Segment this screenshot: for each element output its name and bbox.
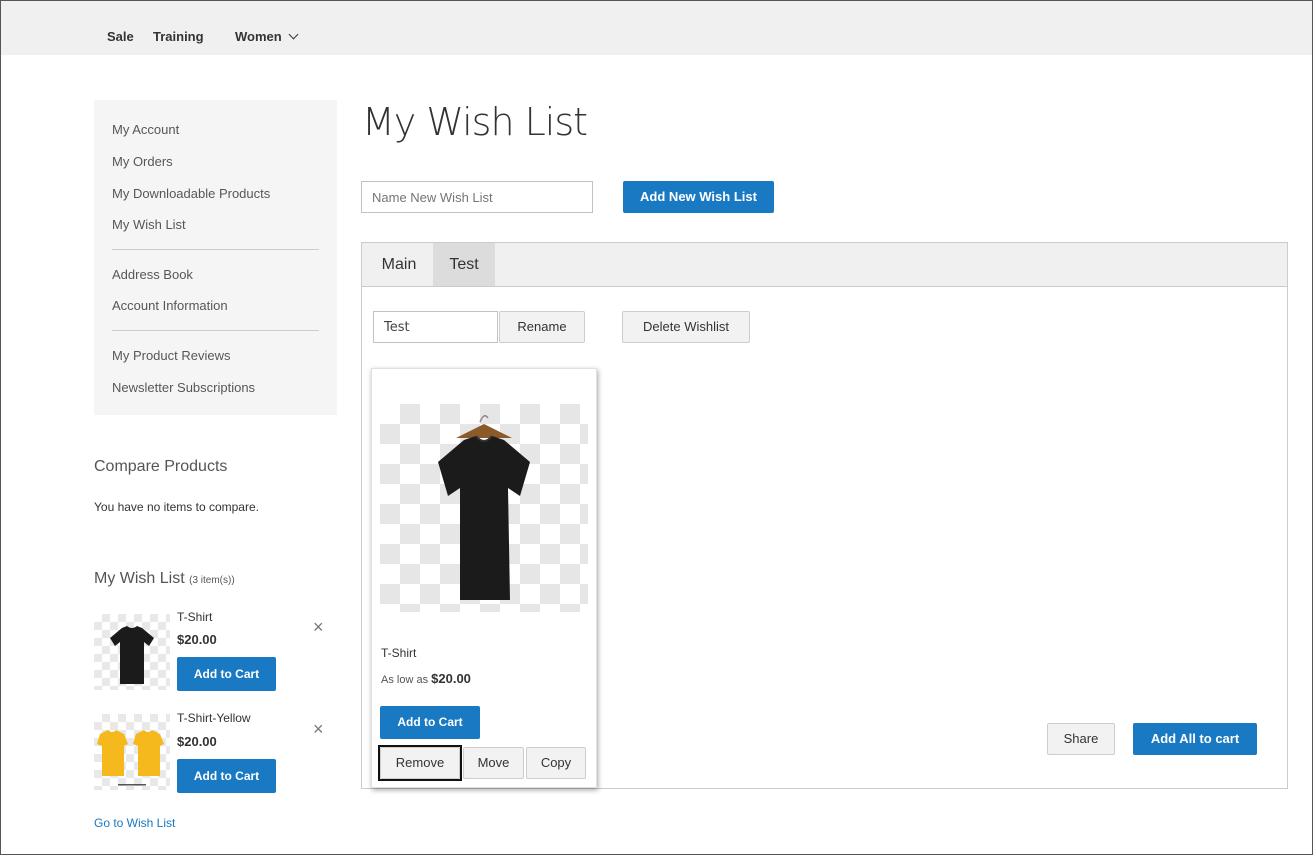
sidebar-add-to-cart-button[interactable]: Add to Cart: [177, 657, 276, 691]
page-title: My Wish List: [362, 100, 588, 144]
go-to-wish-list-link[interactable]: Go to Wish List: [94, 816, 175, 830]
sidebar-wishlist-item-price: $20.00: [177, 734, 217, 749]
copy-button[interactable]: Copy: [526, 747, 586, 779]
remove-button-focus-outline: [378, 745, 462, 781]
add-all-to-cart-button[interactable]: Add All to cart: [1133, 723, 1257, 755]
sidebar-wishlist-item-price: $20.00: [177, 632, 217, 647]
nav-item-training[interactable]: Training: [153, 29, 204, 44]
compare-empty-text: You have no items to compare.: [94, 500, 259, 514]
compare-products-title: Compare Products: [94, 458, 228, 475]
black-tshirt-image: [110, 626, 154, 684]
nav-item-sale[interactable]: Sale: [107, 29, 134, 44]
account-navigation: My Account My Orders My Downloadable Pro…: [94, 100, 337, 415]
account-nav-newsletter[interactable]: Newsletter Subscriptions: [112, 380, 255, 395]
account-nav-downloadable-products[interactable]: My Downloadable Products: [112, 186, 270, 201]
rename-button[interactable]: Rename: [499, 311, 585, 343]
nav-item-women[interactable]: Women: [235, 29, 299, 44]
account-nav-my-wish-list[interactable]: My Wish List: [112, 217, 186, 232]
close-icon[interactable]: ×: [313, 618, 324, 636]
product-price: $20.00: [431, 671, 471, 686]
product-price-label: As low as $20.00: [381, 671, 471, 686]
delete-wishlist-button[interactable]: Delete Wishlist: [622, 311, 750, 343]
price-prefix: As low as: [381, 674, 429, 686]
sidebar-wishlist-item-image[interactable]: [94, 614, 170, 690]
sidebar-wishlist-item-name[interactable]: T-Shirt: [177, 610, 212, 624]
product-add-to-cart-button[interactable]: Add to Cart: [380, 706, 480, 739]
tab-main[interactable]: Main: [366, 243, 432, 286]
black-tshirt-image: [438, 415, 530, 600]
product-image[interactable]: [380, 404, 588, 612]
sidebar-add-to-cart-button[interactable]: Add to Cart: [177, 759, 276, 793]
sidebar-wishlist-title-text: My Wish List: [94, 570, 185, 587]
new-wishlist-name-input[interactable]: [361, 181, 593, 213]
account-nav-product-reviews[interactable]: My Product Reviews: [112, 348, 230, 363]
wishlist-tabs-bar: Main Test: [362, 243, 1287, 287]
account-nav-my-orders[interactable]: My Orders: [112, 154, 173, 169]
sidebar-wishlist-count: (3 item(s)): [189, 575, 235, 586]
account-nav-divider: [112, 330, 319, 331]
share-button[interactable]: Share: [1047, 723, 1115, 755]
sidebar-wishlist-item-name[interactable]: T-Shirt-Yellow: [177, 711, 251, 725]
nav-item-women-label: Women: [235, 29, 282, 44]
add-new-wishlist-button[interactable]: Add New Wish List: [623, 181, 774, 213]
account-nav-my-account[interactable]: My Account: [112, 122, 179, 137]
account-nav-divider: [112, 249, 319, 250]
top-navigation: Sale Training Women: [1, 1, 1312, 55]
tab-test[interactable]: Test: [433, 243, 495, 286]
sidebar-wishlist-title: My Wish List (3 item(s)): [94, 570, 235, 588]
account-nav-address-book[interactable]: Address Book: [112, 267, 193, 282]
yellow-tshirt-image: [97, 730, 164, 786]
product-name[interactable]: T-Shirt: [381, 646, 416, 660]
account-nav-account-information[interactable]: Account Information: [112, 298, 228, 313]
move-button[interactable]: Move: [463, 747, 524, 779]
chevron-down-icon: [288, 29, 299, 40]
wishlist-name-input[interactable]: [373, 311, 498, 343]
sidebar-wishlist-item-image[interactable]: [94, 714, 170, 790]
close-icon[interactable]: ×: [313, 720, 324, 738]
